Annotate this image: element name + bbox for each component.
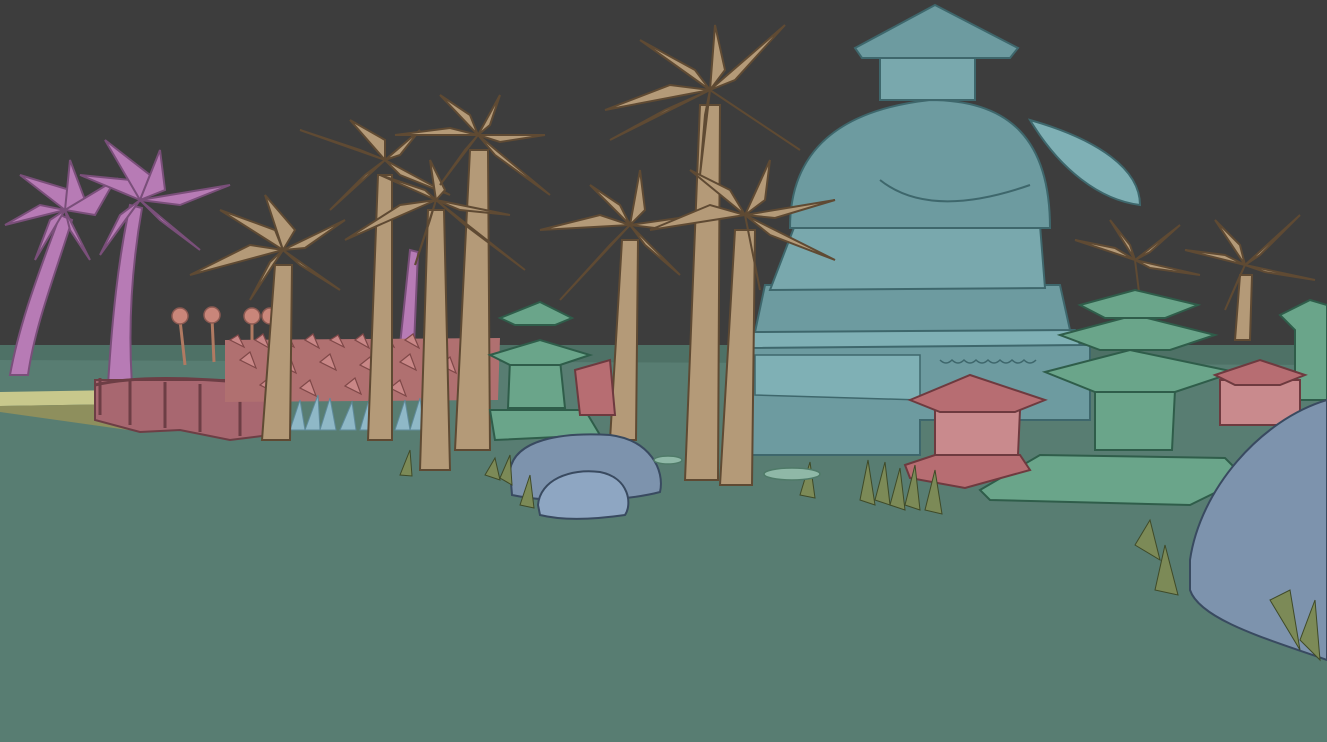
pagoda-body-left <box>506 359 567 409</box>
pagoda-body-right <box>1094 389 1177 451</box>
temple-arch <box>754 354 921 401</box>
hut-far-mid <box>573 358 617 416</box>
temple-mid <box>768 224 1047 292</box>
temple-plinth <box>753 284 1072 334</box>
hut-body <box>934 409 1022 456</box>
3d-viewport[interactable] <box>0 0 1327 742</box>
scene-canvas[interactable] <box>0 0 1327 742</box>
